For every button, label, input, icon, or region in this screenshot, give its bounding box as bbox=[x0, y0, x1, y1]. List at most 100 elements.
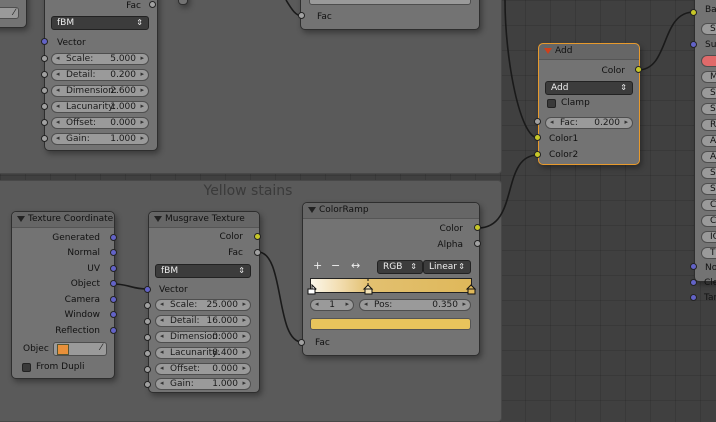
top-musgrave-node[interactable]: Fac fBM ⇕ Vector ◂ Scale: 5.000 ▸ ◂ Detail: 0.… bbox=[44, 0, 158, 151]
top-vector-input-socket[interactable] bbox=[41, 38, 48, 45]
node-header[interactable]: Texture Coordinate bbox=[12, 212, 114, 228]
musgrave-gain-socket[interactable] bbox=[144, 381, 151, 388]
type-dropdown[interactable]: fBM ⇕ bbox=[155, 264, 251, 278]
ramp-color-socket[interactable] bbox=[474, 224, 481, 231]
window-socket[interactable] bbox=[110, 311, 117, 318]
collapse-icon[interactable] bbox=[308, 207, 316, 213]
right-base-color-socket[interactable] bbox=[690, 9, 697, 16]
object-picker-field[interactable]: ⁄ bbox=[0, 7, 19, 19]
ramp-stop-0[interactable] bbox=[307, 283, 317, 295]
node-header[interactable]: Add bbox=[539, 44, 639, 60]
add-stop-button[interactable]: + bbox=[313, 259, 322, 272]
fac-field[interactable]: ◂ Fac: 0.200 ▸ bbox=[545, 117, 633, 129]
add-fac-socket[interactable] bbox=[534, 118, 541, 125]
musgrave-fac-socket[interactable] bbox=[254, 249, 261, 256]
top-scale-socket[interactable] bbox=[41, 55, 48, 62]
right-red-swatch[interactable] bbox=[701, 55, 716, 67]
ramp-fac-socket[interactable] bbox=[298, 339, 305, 346]
type-dropdown[interactable]: fBM ⇕ bbox=[51, 16, 149, 30]
add-color1-socket[interactable] bbox=[534, 134, 541, 141]
musgrave-scale-socket[interactable] bbox=[144, 302, 151, 309]
right-row-field[interactable]: S bbox=[701, 23, 716, 35]
top-fac-output-socket[interactable] bbox=[149, 1, 156, 8]
musgrave-detail-socket[interactable] bbox=[144, 318, 151, 325]
offset-field[interactable]: ◂ Offset: 0.000 ▸ bbox=[51, 117, 149, 129]
camera-socket[interactable] bbox=[110, 296, 117, 303]
top-detail-socket[interactable] bbox=[41, 71, 48, 78]
musgrave-color-socket[interactable] bbox=[254, 233, 261, 240]
color-ramp-bar[interactable] bbox=[307, 278, 477, 295]
add-color2-socket[interactable] bbox=[534, 151, 541, 158]
interpolation-dropdown[interactable]: Linear ⇕ bbox=[423, 260, 471, 274]
top-dimension-socket[interactable] bbox=[41, 87, 48, 94]
right-row-field[interactable]: S bbox=[701, 183, 716, 195]
musgrave-dimension-socket[interactable] bbox=[144, 334, 151, 341]
colorramp-node[interactable]: ColorRamp Color Alpha + − ↔ RGB ⇕ Linear ⇕… bbox=[302, 202, 480, 356]
texture-coordinate-node[interactable]: Texture Coordinate Generated Normal UV O… bbox=[11, 211, 115, 379]
right-shader-node[interactable]: Ba S Su M S S R A A S S C C IC T No bbox=[694, 0, 716, 282]
object-picker-field[interactable]: ⁄ bbox=[53, 342, 107, 356]
clamp-checkbox[interactable] bbox=[547, 99, 556, 108]
reflection-socket[interactable] bbox=[110, 327, 117, 334]
right-clearcoat-normal-socket[interactable] bbox=[690, 279, 697, 286]
right-row-field[interactable]: C bbox=[701, 215, 716, 227]
right-row-field[interactable]: S bbox=[701, 167, 716, 179]
right-row-field[interactable]: S bbox=[701, 87, 716, 99]
stop-position-field[interactable]: ◂ Pos: 0.350 ▸ bbox=[359, 299, 471, 311]
musgrave-texture-node[interactable]: Musgrave Texture Color Fac fBM ⇕ Vector ◂… bbox=[148, 211, 260, 393]
top-gain-socket[interactable] bbox=[41, 135, 48, 142]
node-header[interactable]: Musgrave Texture bbox=[149, 212, 259, 228]
lacunarity-field[interactable]: ◂ Lacunarity: 1.000 ▸ bbox=[51, 101, 149, 113]
generated-socket[interactable] bbox=[110, 234, 117, 241]
musgrave-lacunarity-socket[interactable] bbox=[144, 350, 151, 357]
ramp-stop-1[interactable] bbox=[362, 284, 374, 295]
dimension-field[interactable]: ◂ Dimension: 0.000 ▸ bbox=[155, 331, 251, 343]
top-lacunarity-socket[interactable] bbox=[41, 103, 48, 110]
collapse-icon[interactable] bbox=[17, 216, 25, 222]
offscreen-left-node[interactable]: ⁄ bbox=[0, 0, 27, 28]
lacunarity-field[interactable]: ◂ Lacunarity: 8.400 ▸ bbox=[155, 347, 251, 359]
active-stop-index-field[interactable]: ◂ 1 ▸ bbox=[310, 299, 354, 311]
add-color-output-socket[interactable] bbox=[635, 66, 642, 73]
right-row-field[interactable]: A bbox=[701, 151, 716, 163]
right-subsurface-socket[interactable] bbox=[690, 41, 697, 48]
top-offset-socket[interactable] bbox=[41, 119, 48, 126]
detail-field[interactable]: ◂ Detail: 16.000 ▸ bbox=[155, 315, 251, 327]
top-right-node[interactable]: Fac bbox=[300, 0, 480, 30]
right-row-field[interactable]: IC bbox=[701, 231, 716, 243]
musgrave-vector-socket[interactable] bbox=[144, 286, 151, 293]
gain-field[interactable]: ◂ Gain: 1.000 ▸ bbox=[155, 378, 251, 390]
right-row-field[interactable]: R bbox=[701, 119, 716, 131]
scale-field[interactable]: ◂ Scale: 25.000 ▸ bbox=[155, 299, 251, 311]
flip-ramp-button[interactable]: ↔ bbox=[351, 259, 360, 272]
detail-field[interactable]: ◂ Detail: 0.200 ▸ bbox=[51, 69, 149, 81]
stop-color-swatch[interactable] bbox=[310, 318, 471, 330]
right-tangent-socket[interactable] bbox=[690, 294, 697, 301]
object-socket[interactable] bbox=[110, 280, 117, 287]
right-normal-socket[interactable] bbox=[690, 263, 697, 270]
gain-field[interactable]: ◂ Gain: 1.000 ▸ bbox=[51, 133, 149, 145]
normal-socket[interactable] bbox=[110, 249, 117, 256]
remove-stop-button[interactable]: − bbox=[331, 259, 340, 272]
blend-type-dropdown[interactable]: Add ⇕ bbox=[545, 81, 633, 95]
musgrave-offset-socket[interactable] bbox=[144, 366, 151, 373]
collapse-icon[interactable] bbox=[544, 48, 552, 54]
ramp-alpha-socket[interactable] bbox=[474, 240, 481, 247]
right-row-field[interactable]: C bbox=[701, 199, 716, 211]
mix-add-node[interactable]: Add Color Add ⇕ Clamp ◂ Fac: 0.200 ▸ Color1 … bbox=[538, 43, 640, 165]
scale-field[interactable]: ◂ Scale: 5.000 ▸ bbox=[51, 53, 149, 65]
dimension-field[interactable]: ◂ Dimension: 2.600 ▸ bbox=[51, 85, 149, 97]
collapse-icon[interactable] bbox=[154, 216, 162, 222]
uv-socket[interactable] bbox=[110, 265, 117, 272]
offset-field[interactable]: ◂ Offset: 0.000 ▸ bbox=[155, 363, 251, 375]
node-header[interactable]: ColorRamp bbox=[303, 203, 479, 219]
color-mode-dropdown[interactable]: RGB ⇕ bbox=[377, 260, 423, 274]
from-dupli-checkbox[interactable] bbox=[22, 363, 31, 372]
top-field[interactable] bbox=[309, 0, 471, 5]
right-row-field[interactable]: M bbox=[701, 71, 716, 83]
right-row-field[interactable]: T bbox=[701, 247, 716, 259]
ramp-stop-2[interactable] bbox=[465, 284, 477, 295]
right-row-field[interactable]: S bbox=[701, 103, 716, 115]
right-row-field[interactable]: A bbox=[701, 135, 716, 147]
top-middle-fac-socket[interactable] bbox=[298, 12, 305, 19]
